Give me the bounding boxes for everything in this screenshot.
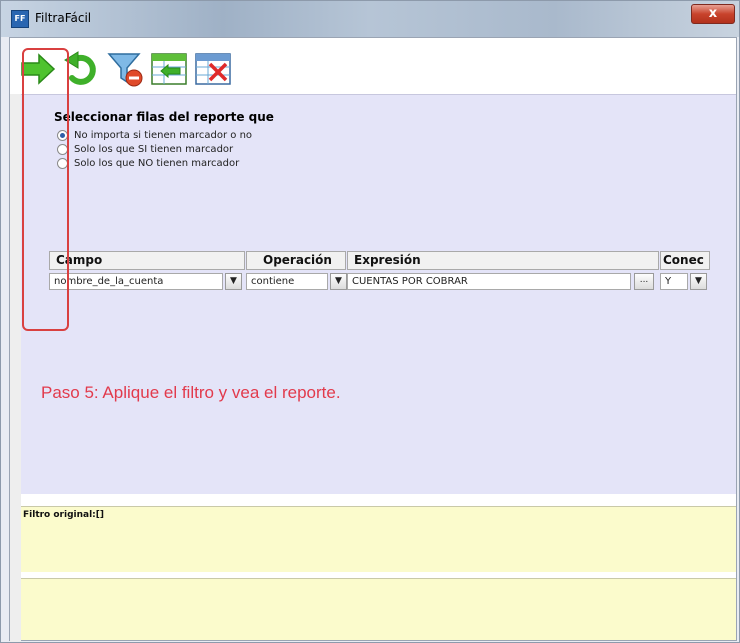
- left-gutter: [10, 94, 21, 642]
- column-header-operacion[interactable]: Operación: [246, 251, 346, 270]
- close-button[interactable]: x: [691, 4, 735, 24]
- radio-label: No importa si tienen marcador o no: [74, 129, 253, 141]
- column-header-conector[interactable]: Conec: [660, 251, 710, 270]
- insert-row-icon: [151, 53, 187, 85]
- original-filter-label: Filtro original:[]: [23, 510, 104, 520]
- delete-row-button[interactable]: [194, 50, 232, 88]
- conector-select[interactable]: Y: [660, 273, 688, 290]
- insert-row-button[interactable]: [150, 50, 188, 88]
- clear-filter-button[interactable]: [106, 50, 144, 88]
- expresion-input[interactable]: CUENTAS POR COBRAR: [347, 273, 631, 290]
- chevron-down-icon[interactable]: ▼: [690, 273, 707, 290]
- client-area: Seleccionar filas del reporte que No imp…: [9, 37, 737, 642]
- radio-option-with-marker[interactable]: Solo los que SI tienen marcador: [57, 142, 233, 156]
- campo-select[interactable]: nombre_de_la_cuenta: [49, 273, 223, 290]
- title-bar[interactable]: FF FiltraFácil x: [1, 1, 739, 37]
- green-undo-arrow-icon: [64, 51, 96, 85]
- selection-title: Seleccionar filas del reporte que: [54, 110, 274, 124]
- radio-option-any[interactable]: No importa si tienen marcador o no: [57, 128, 252, 142]
- chevron-down-icon[interactable]: ▼: [330, 273, 347, 290]
- radio-button[interactable]: [57, 143, 68, 155]
- funnel-remove-icon: [107, 53, 143, 87]
- green-arrow-right-icon: [21, 53, 56, 85]
- toolbar: [10, 38, 736, 94]
- secondary-text-area[interactable]: [21, 578, 736, 640]
- filtrafacil-window: FF FiltraFácil x Seleccionar filas del r…: [0, 0, 740, 643]
- apply-filter-button[interactable]: [19, 50, 57, 88]
- delete-row-icon: [195, 53, 231, 85]
- radio-label: Solo los que NO tienen marcador: [74, 157, 240, 169]
- chevron-down-icon[interactable]: ▼: [225, 273, 242, 290]
- column-header-expresion[interactable]: Expresión: [347, 251, 659, 270]
- original-filter-area[interactable]: Filtro original:[]: [21, 506, 736, 572]
- window-title: FiltraFácil: [35, 11, 92, 25]
- radio-label: Solo los que SI tienen marcador: [74, 143, 234, 155]
- step-instruction: Paso 5: Aplique el filtro y vea el repor…: [41, 383, 341, 402]
- radio-button[interactable]: [57, 157, 68, 169]
- filter-criteria-panel: Seleccionar filas del reporte que No imp…: [21, 94, 736, 494]
- radio-button[interactable]: [57, 129, 68, 141]
- ellipsis-button[interactable]: ...: [634, 273, 654, 290]
- undo-button[interactable]: [62, 50, 100, 88]
- operacion-select[interactable]: contiene: [246, 273, 328, 290]
- app-icon: FF: [11, 10, 29, 28]
- column-header-campo[interactable]: Campo: [49, 251, 245, 270]
- radio-option-without-marker[interactable]: Solo los que NO tienen marcador: [57, 156, 239, 170]
